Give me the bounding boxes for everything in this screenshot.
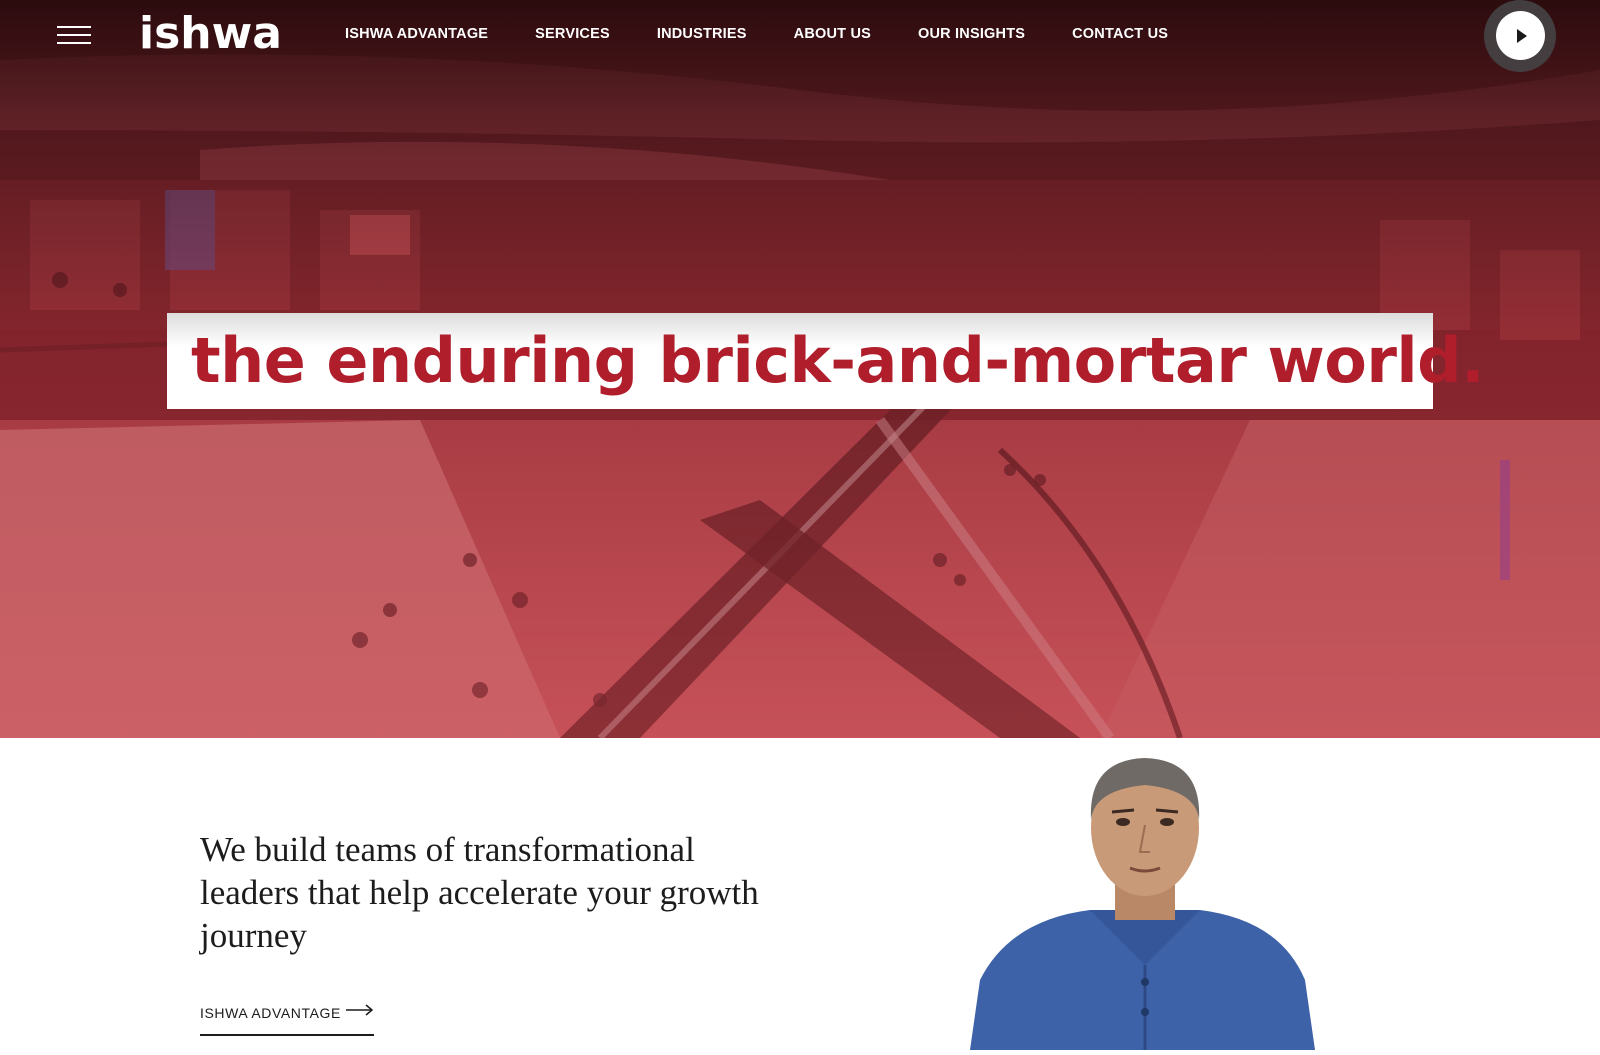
- nav-link-services[interactable]: SERVICES: [535, 24, 610, 44]
- headline-banner: the enduring brick-and-mortar world.: [167, 313, 1485, 409]
- intro-tagline: We build teams of transformational leade…: [200, 830, 759, 955]
- nav-link-about-us[interactable]: ABOUT US: [794, 24, 871, 44]
- hero-section: the enduring brick-and-mortar world.: [0, 0, 1600, 738]
- cta-label: ISHWA ADVANTAGE: [200, 1005, 341, 1021]
- nav-link-our-insights[interactable]: OUR INSIGHTS: [918, 24, 1025, 44]
- top-navigation: ishwa ISHWA ADVANTAGE SERVICES INDUSTRIE…: [0, 0, 1600, 72]
- play-icon: [1517, 29, 1527, 43]
- arrow-right-icon: [346, 1004, 374, 1016]
- hamburger-icon[interactable]: [57, 24, 91, 46]
- play-button-ring: [1484, 0, 1556, 72]
- intro-section: We build teams of transformational leade…: [0, 738, 1600, 1050]
- logo[interactable]: ishwa: [139, 8, 282, 60]
- presenter-portrait: [970, 750, 1320, 1050]
- hero-headline: the enduring brick-and-mortar world.: [191, 324, 1485, 397]
- ishwa-advantage-link[interactable]: ISHWA ADVANTAGE: [200, 1000, 374, 1036]
- nav-link-industries[interactable]: INDUSTRIES: [657, 24, 747, 44]
- nav-links: ISHWA ADVANTAGE SERVICES INDUSTRIES ABOU…: [345, 24, 1215, 44]
- nav-link-contact-us[interactable]: CONTACT US: [1072, 24, 1168, 44]
- nav-link-ishwa-advantage[interactable]: ISHWA ADVANTAGE: [345, 24, 488, 44]
- play-button[interactable]: [1496, 11, 1545, 60]
